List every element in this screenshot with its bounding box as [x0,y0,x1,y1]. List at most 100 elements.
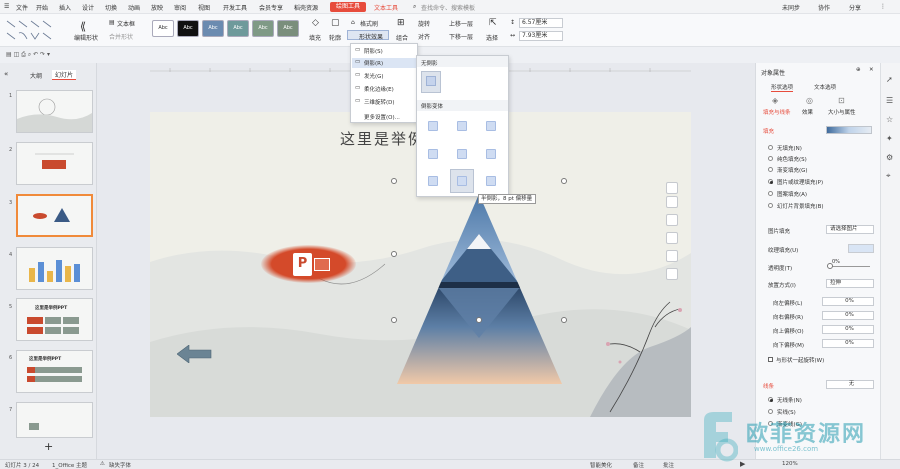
fill-gradient-label[interactable]: 渐变填充(G) [777,166,808,174]
search-icon[interactable]: ⌕ [413,3,416,11]
slide-thumb-4[interactable] [16,247,93,290]
more-icon[interactable]: ⋮ [880,3,886,10]
search-box[interactable]: 查找命令、搜索模板 [421,3,475,12]
smart-beautify-button[interactable]: 智能美化 [590,461,612,469]
fill-line-icon[interactable]: ◈ [772,96,778,105]
line-none-radio[interactable] [768,397,773,402]
style-swatch-5[interactable]: Abc [252,20,274,37]
effect-icon[interactable]: ◎ [806,96,813,105]
fill-picture-label[interactable]: 图片或纹理填充(P) [777,178,823,186]
menu-item-shadow[interactable]: 阴影(S) [364,47,383,55]
width-input[interactable]: 7.93厘米 [519,31,563,41]
textbox-button[interactable]: 文本框 [117,19,135,28]
line-solid-label[interactable]: 实线(S) [777,408,796,416]
resize-handle[interactable] [391,317,397,323]
size-icon[interactable]: ⊡ [838,96,845,105]
menu-item-reflection[interactable]: 倒影(R) [364,59,383,67]
shape-effect-button[interactable]: 形状效果 [347,30,389,41]
add-slide-button[interactable]: + [44,440,53,453]
fill-button[interactable]: 填充 [309,33,321,42]
subtab-fill-line[interactable]: 填充与线条 [763,108,791,116]
line-section-header[interactable]: 线条 [763,382,774,390]
format-brush-icon[interactable]: ⌂ [351,19,355,26]
play-icon[interactable]: ▶ [740,460,745,468]
slide-thumb-2[interactable] [16,142,93,185]
menu-file[interactable]: 文件 [16,3,28,12]
toolbar-icons[interactable]: ▤ ◫ ⎙ ⌕ ↶ ↷ ▾ [6,51,50,59]
reflection-variant-1[interactable] [428,121,438,131]
sync-status[interactable]: 未同步 [782,3,800,12]
properties-icon[interactable]: ☰ [886,96,893,105]
theme-name[interactable]: 1_Office 主题 [52,461,87,469]
style-swatch-4[interactable]: Abc [227,20,249,37]
menu-insert[interactable]: 插入 [59,3,71,12]
transparency-slider[interactable] [830,266,870,267]
line-select[interactable]: 无 [826,380,874,389]
outline-button[interactable]: 轮廓 [329,33,341,42]
location-icon[interactable] [666,268,678,280]
shape-icon[interactable] [666,250,678,262]
placement-select[interactable]: 拉伸 [826,279,874,288]
reflection-variant-6[interactable] [486,149,496,159]
tab-outline[interactable]: 大纲 [30,71,42,80]
subtab-effect[interactable]: 效果 [802,108,813,116]
fill-none-radio[interactable] [768,145,773,150]
panel-pin-icon[interactable]: ⊕ [856,67,861,73]
collapse-panel-icon[interactable]: « [4,70,8,78]
offset-right-input[interactable]: 0% [822,311,874,320]
reflection-variant-4[interactable] [428,149,438,159]
menu-member[interactable]: 会员专享 [259,3,283,12]
panel-close-icon[interactable]: ✕ [869,67,874,73]
transparency-slider-thumb[interactable] [827,263,833,269]
layers-icon[interactable] [666,196,678,208]
fill-picture-radio[interactable] [768,179,773,184]
fill-background-radio[interactable] [768,203,773,208]
no-reflection-option[interactable] [421,71,441,93]
reflection-variant-7[interactable] [428,176,438,186]
align-button[interactable]: 对齐 [418,32,430,41]
collab-button[interactable]: 协作 [818,3,830,12]
fill-pattern-radio[interactable] [768,191,773,196]
tab-drawing-tools[interactable]: 绘图工具 [330,2,367,12]
offset-left-input[interactable]: 0% [822,297,874,306]
line-none-label[interactable]: 无线条(N) [777,396,802,404]
pen-icon[interactable] [666,214,678,226]
menu-review[interactable]: 审阅 [174,3,186,12]
outline-icon[interactable]: ▢ [331,18,340,28]
reflection-variant-2[interactable] [457,121,467,131]
reflection-variant-3[interactable] [486,121,496,131]
fill-pattern-label[interactable]: 图案填充(A) [777,190,807,198]
resize-handle[interactable] [391,251,397,257]
menu-item-3d-rotation[interactable]: 三维旋转(D) [364,98,395,106]
tab-text-tools[interactable]: 文本工具 [374,3,398,12]
app-menu-icon[interactable]: ☰ [4,3,9,10]
menu-slideshow[interactable]: 放映 [151,3,163,12]
arrow-shape[interactable] [177,345,213,363]
menu-animation[interactable]: 动画 [128,3,140,12]
collapse-icon[interactable] [666,182,678,194]
reflection-variant-8[interactable] [457,176,467,186]
picture-fill-select[interactable]: 请选择图片 [826,225,874,234]
menu-item-more-settings[interactable]: 更多设置(O)... [364,113,400,121]
merge-shape-button[interactable]: 合并形状 [109,32,133,41]
fill-solid-label[interactable]: 纯色填充(S) [777,155,807,163]
rotate-with-shape-label[interactable]: 与形状一起旋转(W) [776,356,824,364]
resize-handle[interactable] [561,178,567,184]
tab-slides[interactable]: 幻灯片 [52,70,77,80]
zoom-level[interactable]: 120% [782,461,798,467]
mountain-picture-triangle[interactable] [397,194,562,384]
group-icon[interactable]: ⊞ [397,18,405,28]
reflection-variant-9[interactable] [486,176,496,186]
texture-fill-select[interactable] [848,244,874,253]
select-icon[interactable]: ⇱ [489,18,497,28]
slide-thumb-3[interactable] [16,194,93,237]
menu-item-soft-edge[interactable]: 柔化边缘(E) [364,85,394,93]
offset-bottom-input[interactable]: 0% [822,339,874,348]
edit-shape-button[interactable]: 编辑形状 [74,33,98,42]
fill-section-header[interactable]: 填充 [763,127,774,135]
fill-icon[interactable]: ◇ [312,18,319,28]
fill-preview[interactable] [826,126,872,134]
animation-icon[interactable]: ✦ [886,134,893,143]
subtab-size[interactable]: 大小与属性 [828,108,856,116]
style-swatch-3[interactable]: Abc [202,20,224,37]
